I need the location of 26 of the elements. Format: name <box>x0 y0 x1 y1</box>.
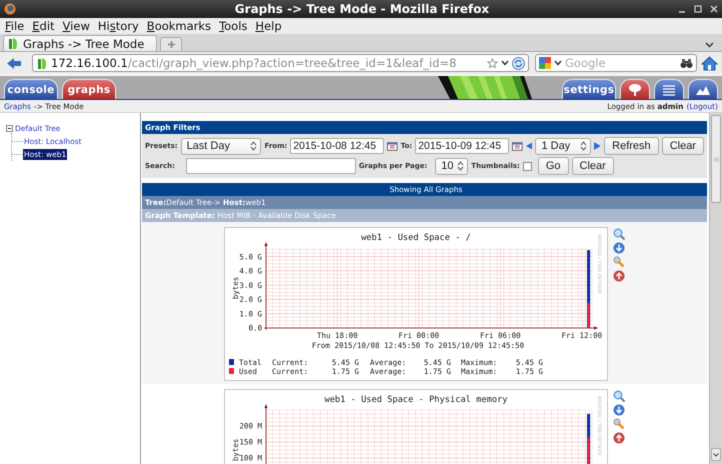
settings-tab[interactable]: settings <box>562 79 616 99</box>
graph-title: web1 - Used Space - / <box>361 233 471 243</box>
go-button[interactable]: Go <box>538 157 569 175</box>
menu-item[interactable]: History <box>94 19 143 33</box>
graph-title: web1 - Used Space - Physical memory <box>324 395 508 405</box>
browser-tab[interactable]: Graphs -> Tree Mode <box>3 35 157 51</box>
per-page-select[interactable]: 10 <box>435 158 468 174</box>
menu-item[interactable]: Help <box>251 19 286 33</box>
menu-item[interactable]: View <box>58 19 94 33</box>
clear-button[interactable]: Clear <box>572 157 614 175</box>
address-field[interactable]: 172.16.100.1/cacti/graph_view.php?action=tree&tree_id=1&leaf_id=8 <box>32 54 529 72</box>
nav-tab[interactable]: console <box>4 79 58 99</box>
window-title: Graphs -> Tree Mode - Mozilla Firefox <box>234 2 490 16</box>
menu-item[interactable]: File <box>1 19 28 33</box>
menu-item[interactable]: Edit <box>28 19 59 33</box>
menu-item[interactable]: Bookmarks <box>142 19 216 33</box>
timespan-select[interactable]: 1 Day <box>535 138 592 154</box>
date-field[interactable]: 2015-10-09 12:45 <box>415 138 510 154</box>
date-field[interactable]: 2015-10-08 12:45 <box>290 138 384 154</box>
refresh-button[interactable]: Refresh <box>604 137 659 155</box>
clear-button[interactable]: Clear <box>662 137 704 155</box>
search-bar[interactable]: Google <box>535 54 697 72</box>
url-text: 172.16.100.1/cacti/graph_view.php?action=tree&tree_id=1&leaf_id=8 <box>51 56 458 70</box>
nav-tab[interactable]: graphs <box>62 79 116 99</box>
preset-select[interactable]: Last Day <box>180 138 262 154</box>
menu-item[interactable]: Tools <box>215 19 252 33</box>
